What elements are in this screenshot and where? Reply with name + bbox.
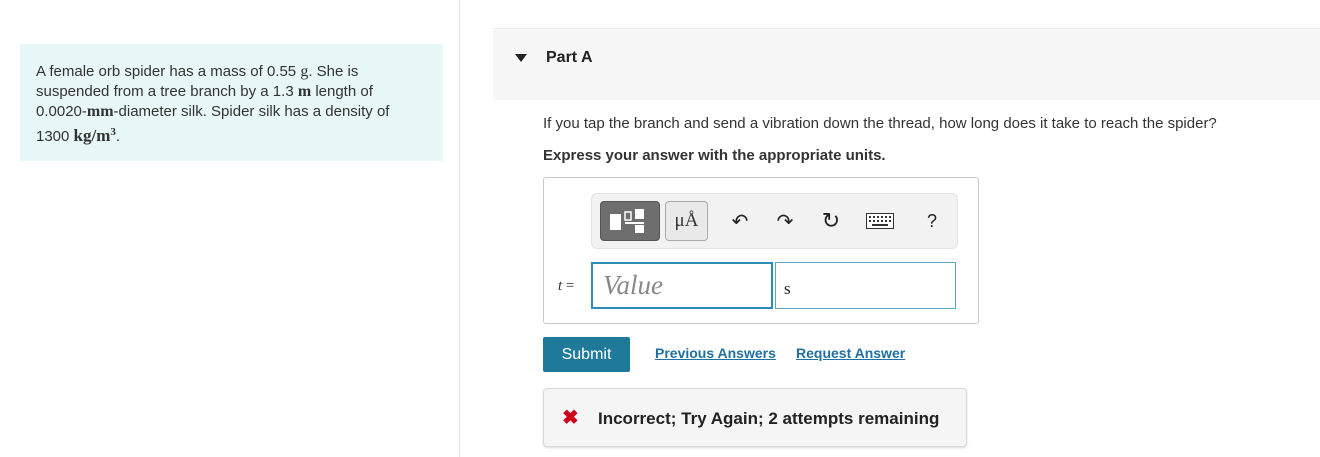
feedback-message: Incorrect; Try Again; 2 attempts remaini… (598, 409, 940, 428)
undo-icon[interactable]: ↶ (726, 207, 754, 235)
left-pane: A female orb spider has a mass of 0.55 g… (0, 0, 460, 457)
unit-m: m (297, 83, 312, 100)
templates-icon (610, 209, 644, 233)
part-a-header[interactable]: Part A (493, 28, 1320, 100)
submit-button[interactable]: Submit (543, 337, 630, 372)
units-button[interactable]: μÅ (665, 201, 708, 241)
help-icon[interactable]: ? (918, 207, 946, 235)
problem-text: 1300 (36, 128, 74, 145)
problem-text: length of (311, 83, 373, 100)
equals-sign: = (562, 278, 575, 294)
problem-statement: A female orb spider has a mass of 0.55 g… (20, 44, 443, 161)
math-toolbar: μÅ ↶ ↷ ↻ ? (591, 193, 958, 249)
problem-text: -diameter silk. Spider silk has a densit… (113, 103, 390, 120)
previous-answers-link[interactable]: Previous Answers (655, 345, 776, 361)
instruction-text: Express your answer with the appropriate… (543, 147, 886, 164)
incorrect-x-icon: ✖ (562, 407, 579, 429)
question-text: If you tap the branch and send a vibrati… (543, 115, 1217, 132)
problem-text: . (115, 128, 121, 145)
value-input[interactable]: Value (591, 262, 773, 309)
feedback-box: ✖ Incorrect; Try Again; 2 attempts remai… (543, 388, 967, 447)
units-input[interactable]: s (775, 262, 956, 309)
problem-text: A female orb spider has a mass of 0.55 (36, 63, 301, 80)
unit-mm: mm (86, 103, 114, 120)
answer-box: μÅ ↶ ↷ ↻ ? t = Value s (543, 177, 979, 324)
collapse-caret-icon[interactable] (515, 54, 527, 62)
request-answer-link[interactable]: Request Answer (796, 345, 905, 361)
templates-button[interactable] (600, 201, 660, 241)
problem-text: . She is (308, 63, 359, 80)
keyboard-icon[interactable] (865, 210, 895, 232)
unit-density: kg/m (73, 126, 111, 145)
reset-icon[interactable]: ↻ (817, 207, 845, 235)
redo-icon[interactable]: ↷ (771, 207, 799, 235)
problem-text: 0.0020- (36, 103, 87, 120)
problem-text: suspended from a tree branch by a 1.3 (36, 83, 298, 100)
variable-label: t = (558, 278, 574, 295)
part-title: Part A (546, 49, 593, 66)
